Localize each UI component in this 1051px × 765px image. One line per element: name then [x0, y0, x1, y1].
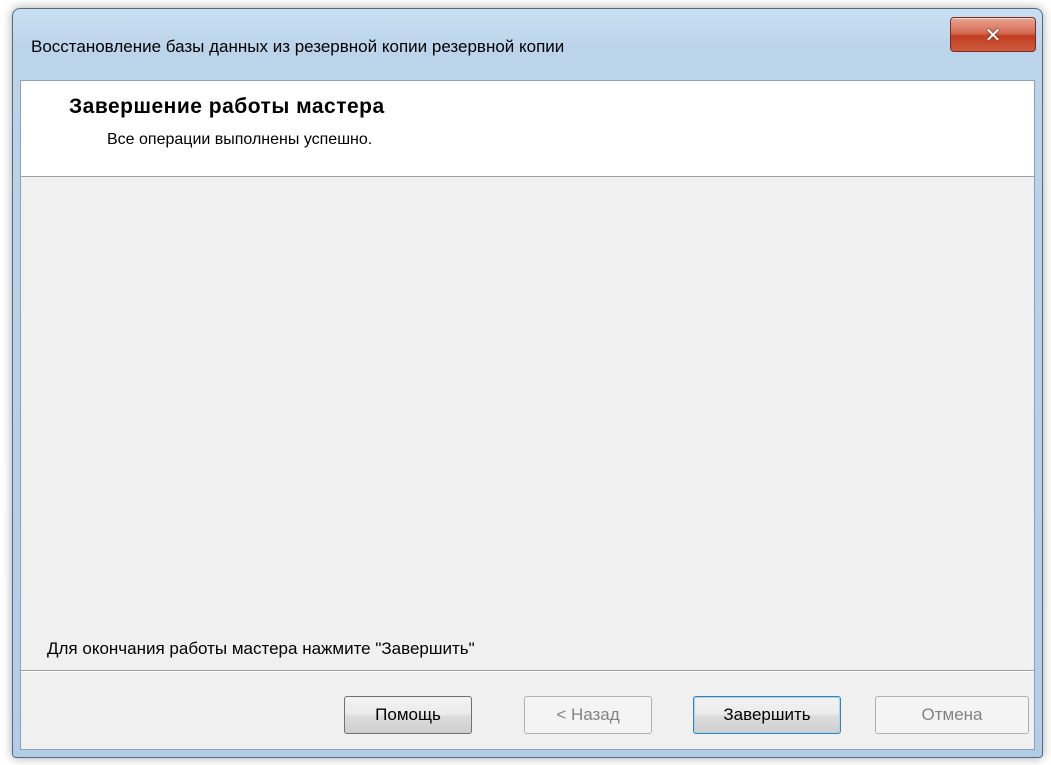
- back-button[interactable]: < Назад: [524, 696, 652, 734]
- cancel-button[interactable]: Отмена: [875, 696, 1029, 734]
- button-separator: [21, 670, 1034, 672]
- finish-button[interactable]: Завершить: [693, 696, 841, 734]
- window-title: Восстановление базы данных из резервной …: [31, 37, 565, 56]
- close-icon: ✕: [984, 22, 1002, 47]
- wizard-client-area: Завершение работы мастера Все операции в…: [20, 80, 1035, 750]
- title-bar[interactable]: Восстановление базы данных из резервной …: [13, 9, 1042, 79]
- wizard-header: Завершение работы мастера Все операции в…: [21, 81, 1034, 177]
- help-button[interactable]: Помощь: [344, 696, 472, 734]
- close-button[interactable]: ✕: [950, 17, 1036, 52]
- finish-hint-text: Для окончания работы мастера нажмите "За…: [47, 639, 475, 658]
- page-subtitle: Все операции выполнены успешно.: [107, 131, 373, 148]
- page-title: Завершение работы мастера: [69, 95, 385, 118]
- wizard-window: Восстановление базы данных из резервной …: [12, 8, 1043, 758]
